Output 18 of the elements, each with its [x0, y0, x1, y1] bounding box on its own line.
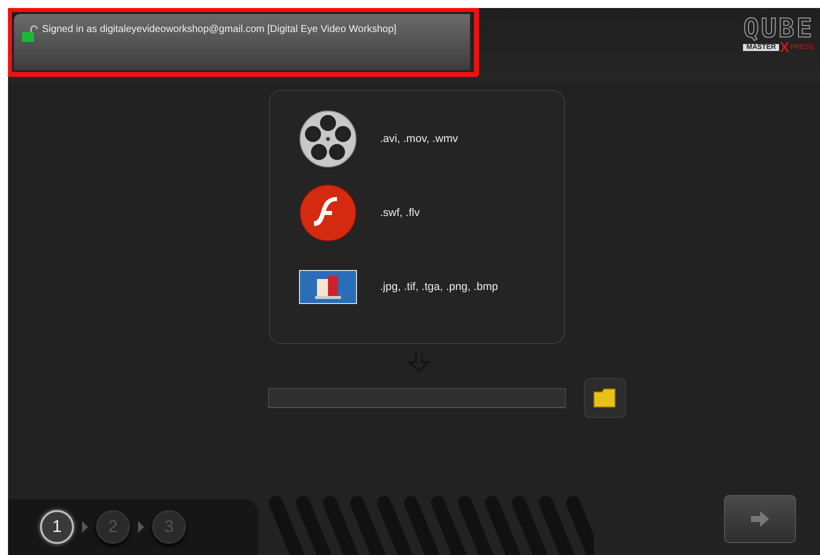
format-extensions: .jpg, .tif, .tga, .png, .bmp	[380, 281, 498, 293]
right-arrow-icon	[749, 509, 771, 529]
format-extensions: .avi, .mov, .wmv	[380, 133, 458, 145]
step-arrow-icon	[138, 521, 144, 533]
format-extensions: .swf, .flv	[380, 207, 420, 219]
logo-x: X	[780, 42, 790, 52]
signed-in-text: Signed in as digitaleyevideoworkshop@gmail.com [Digital Eye Video Workshop]	[42, 24, 396, 35]
film-reel-icon	[299, 110, 357, 168]
browse-button[interactable]	[584, 378, 626, 418]
folder-icon	[593, 387, 617, 409]
flash-logo-icon	[299, 184, 357, 242]
step-indicator: 1	[40, 510, 74, 544]
file-path-field[interactable]	[268, 388, 566, 408]
step-arrow-icon	[82, 521, 88, 533]
logo-title: QUBE	[743, 16, 814, 42]
unlocked-padlock-icon	[22, 24, 38, 42]
popcorn-picture-icon	[299, 270, 357, 304]
next-button[interactable]	[724, 495, 796, 543]
